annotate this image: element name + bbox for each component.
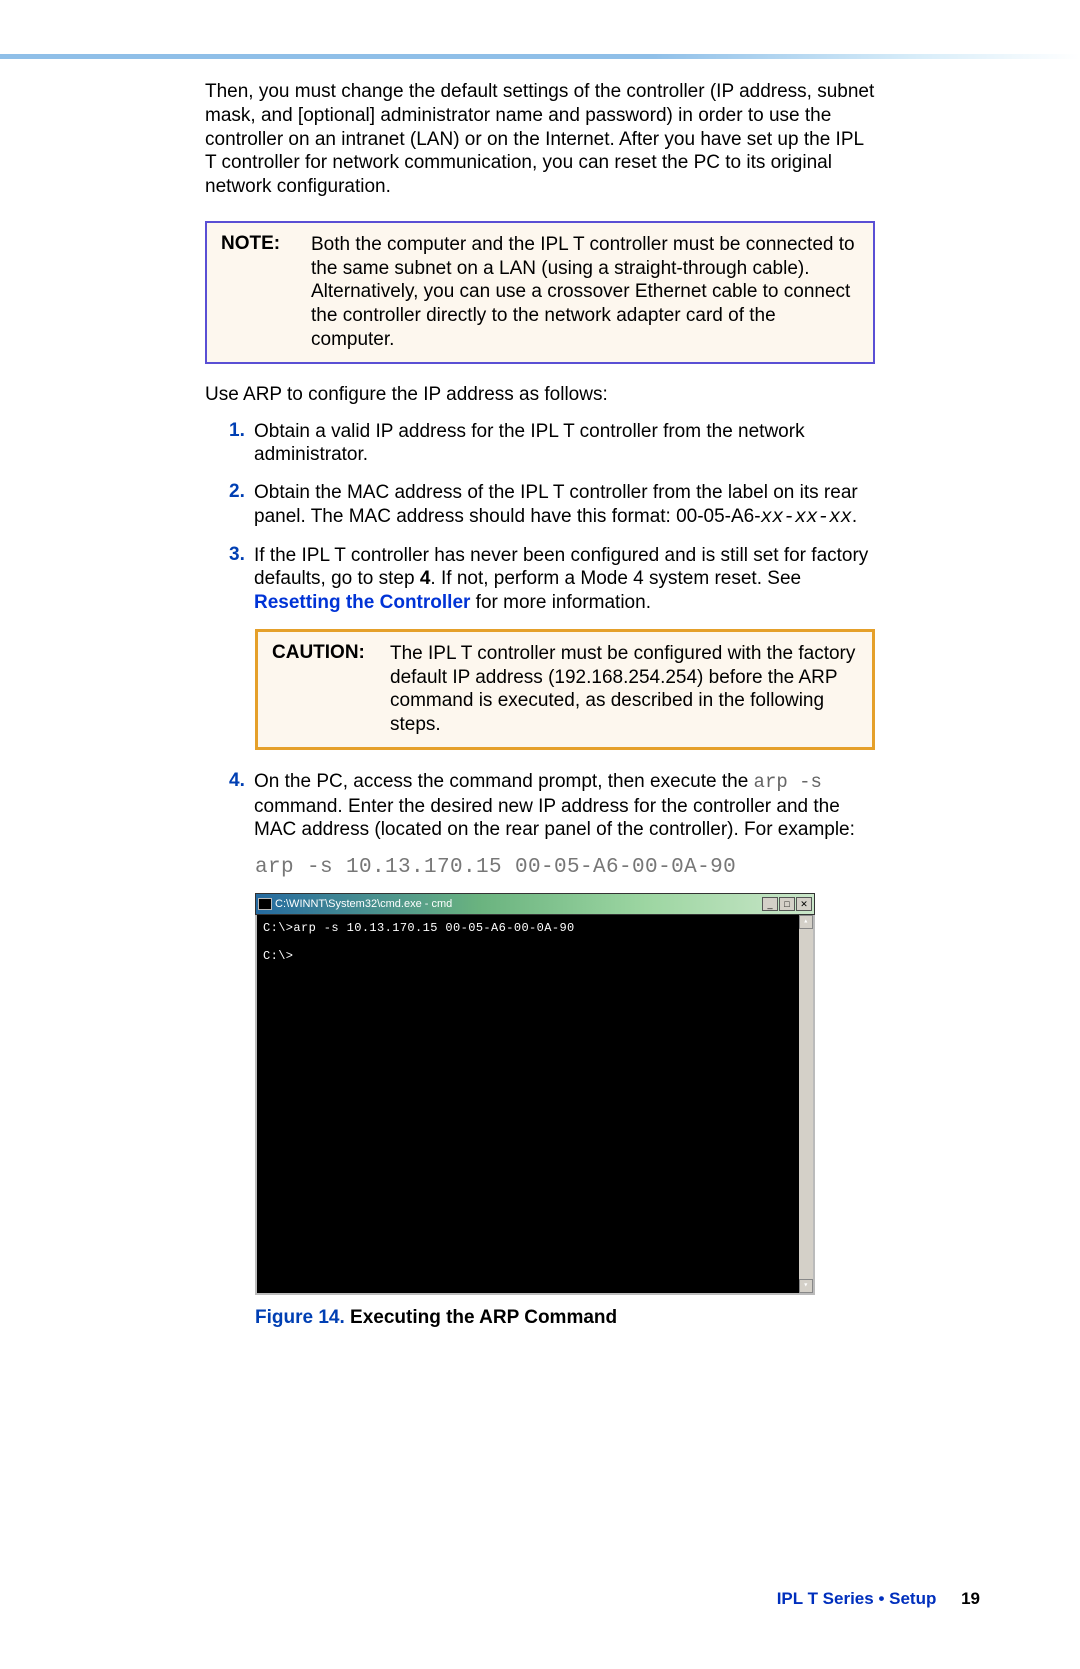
figure-caption: Figure 14. Executing the ARP Command (255, 1307, 875, 1329)
step-number: 4. (229, 770, 254, 842)
step3-ref: 4 (420, 568, 431, 589)
cmd-icon (258, 898, 272, 910)
minimize-icon: _ (762, 897, 778, 911)
terminal-screenshot: C:\WINNT\System32\cmd.exe - cmd _ □ ✕ C:… (255, 893, 815, 1295)
step4-a: On the PC, access the command prompt, th… (254, 771, 754, 792)
arp-command-inline: arp -s (754, 771, 822, 793)
step-body: Obtain a valid IP address for the IPL T … (254, 420, 875, 468)
page-content: Then, you must change the default settin… (205, 80, 875, 1329)
lead-in-text: Use ARP to configure the IP address as f… (205, 384, 875, 406)
caution-label: CAUTION: (272, 642, 390, 737)
scrollbar (799, 915, 813, 1293)
step-body: Obtain the MAC address of the IPL T cont… (254, 481, 875, 530)
scroll-up-icon: ▴ (799, 915, 813, 929)
footer-series: IPL T Series • Setup (777, 1589, 937, 1608)
footer-page-number: 19 (961, 1589, 980, 1608)
note-box: NOTE: Both the computer and the IPL T co… (205, 221, 875, 364)
note-label: NOTE: (221, 233, 311, 352)
step3-b: . If not, perform a Mode 4 system reset.… (430, 568, 801, 589)
step-4: 4. On the PC, access the command prompt,… (229, 770, 875, 842)
window-controls: _ □ ✕ (762, 897, 812, 911)
maximize-icon: □ (779, 897, 795, 911)
terminal-line-1: C:\>arp -s 10.13.170.15 00-05-A6-00-0A-9… (263, 921, 807, 935)
scroll-down-icon: ▾ (799, 1279, 813, 1293)
close-icon: ✕ (796, 897, 812, 911)
step3-c: for more information. (470, 592, 651, 613)
step-body: If the IPL T controller has never been c… (254, 544, 875, 615)
note-text: Both the computer and the IPL T controll… (311, 233, 859, 352)
reset-controller-link[interactable]: Resetting the Controller (254, 592, 470, 613)
terminal-title-text: C:\WINNT\System32\cmd.exe - cmd (275, 898, 452, 910)
mac-placeholder: xx-xx-xx (761, 506, 852, 528)
step2-text-b: . (852, 506, 857, 527)
step-3: 3. If the IPL T controller has never bee… (229, 544, 875, 615)
figure-number: Figure 14. (255, 1307, 345, 1328)
page-footer: IPL T Series • Setup 19 (777, 1589, 980, 1609)
step-1: 1. Obtain a valid IP address for the IPL… (229, 420, 875, 468)
step-number: 3. (229, 544, 254, 615)
terminal-titlebar: C:\WINNT\System32\cmd.exe - cmd _ □ ✕ (255, 893, 815, 915)
terminal-body: C:\>arp -s 10.13.170.15 00-05-A6-00-0A-9… (255, 915, 815, 1295)
caution-text: The IPL T controller must be configured … (390, 642, 858, 737)
step-number: 2. (229, 481, 254, 530)
caution-box: CAUTION: The IPL T controller must be co… (255, 629, 875, 750)
step-number: 1. (229, 420, 254, 468)
step-2: 2. Obtain the MAC address of the IPL T c… (229, 481, 875, 530)
terminal-title-path: C:\WINNT\System32\cmd.exe - cmd (258, 898, 452, 910)
top-rule (0, 54, 1080, 59)
intro-paragraph: Then, you must change the default settin… (205, 80, 875, 199)
step-body: On the PC, access the command prompt, th… (254, 770, 875, 842)
step4-b: command. Enter the desired new IP addres… (254, 796, 855, 841)
terminal-line-2: C:\> (263, 949, 807, 963)
arp-example-code: arp -s 10.13.170.15 00-05-A6-00-0A-90 (255, 856, 875, 879)
figure-title: Executing the ARP Command (345, 1307, 617, 1328)
